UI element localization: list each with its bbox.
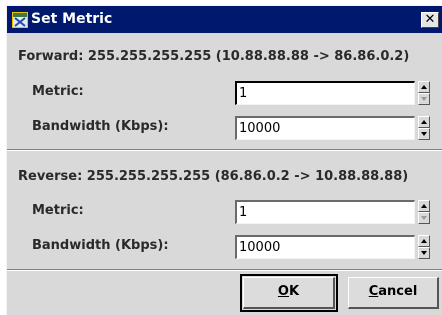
forward-metric-spin-down[interactable] <box>418 93 430 105</box>
close-button[interactable]: ✕ <box>421 12 439 28</box>
spin-up-icon <box>421 120 427 124</box>
cancel-label-rest: ancel <box>378 284 418 299</box>
reverse-bandwidth-spin-down[interactable] <box>418 247 430 259</box>
forward-bandwidth-input[interactable] <box>235 116 415 140</box>
close-icon: ✕ <box>424 12 436 27</box>
reverse-metric-input[interactable] <box>235 200 415 224</box>
forward-bandwidth-spin-down[interactable] <box>418 128 430 140</box>
title-bar[interactable]: Set Metric ✕ <box>7 6 442 33</box>
spin-down-icon <box>421 132 427 136</box>
reverse-metric-spinner <box>418 200 430 224</box>
set-metric-dialog: Set Metric ✕ Forward: 255.255.255.255 (1… <box>6 5 442 315</box>
forward-metric-spin-up[interactable] <box>418 81 430 93</box>
reverse-metric-label: Metric: <box>32 203 84 218</box>
forward-bandwidth-spinner <box>418 116 430 140</box>
button-bar-divider-highlight <box>7 270 442 271</box>
forward-heading: Forward: 255.255.255.255 (10.88.88.88 ->… <box>18 49 410 64</box>
reverse-bandwidth-spinner <box>418 235 430 259</box>
cancel-button[interactable]: Cancel <box>348 277 439 309</box>
ok-button[interactable]: OK <box>243 277 335 309</box>
spin-up-icon <box>421 239 427 243</box>
reverse-metric-spin-down[interactable] <box>418 212 430 224</box>
spin-down-icon <box>421 97 427 101</box>
forward-metric-input[interactable] <box>235 81 415 105</box>
spin-down-icon <box>421 216 427 220</box>
forward-metric-label: Metric: <box>32 84 84 99</box>
spin-up-icon <box>421 204 427 208</box>
app-window-icon <box>12 12 28 28</box>
ok-mnemonic: O <box>277 284 289 299</box>
window-title: Set Metric <box>31 11 113 27</box>
ok-label-rest: K <box>288 284 300 299</box>
cancel-mnemonic: C <box>368 284 379 299</box>
forward-metric-spinner <box>418 81 430 105</box>
reverse-bandwidth-spin-up[interactable] <box>418 235 430 247</box>
section-divider-highlight <box>7 150 442 151</box>
reverse-bandwidth-label: Bandwidth (Kbps): <box>32 238 169 253</box>
spin-up-icon <box>421 85 427 89</box>
reverse-heading: Reverse: 255.255.255.255 (86.86.0.2 -> 1… <box>18 169 409 184</box>
forward-bandwidth-label: Bandwidth (Kbps): <box>32 119 169 134</box>
reverse-metric-spin-up[interactable] <box>418 200 430 212</box>
forward-bandwidth-spin-up[interactable] <box>418 116 430 128</box>
spin-down-icon <box>421 251 427 255</box>
reverse-bandwidth-input[interactable] <box>235 235 415 259</box>
